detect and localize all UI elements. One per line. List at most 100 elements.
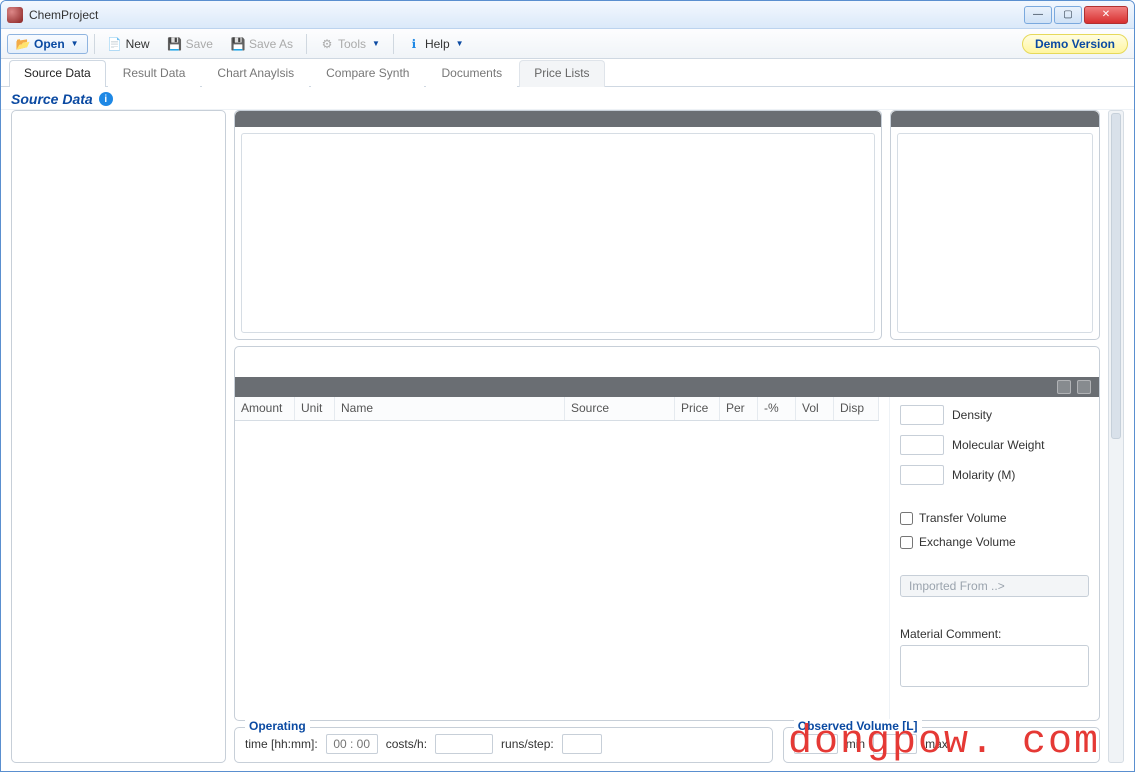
tools-button[interactable]: ⚙ Tools ▼ xyxy=(313,34,387,54)
panel-header xyxy=(235,111,881,127)
properties-pane: Density Molecular Weight Molarity (M) xyxy=(889,397,1099,720)
new-label: New xyxy=(126,37,150,51)
demo-version-badge: Demo Version xyxy=(1022,34,1128,54)
runs-input[interactable] xyxy=(562,734,602,754)
caret-down-icon: ▼ xyxy=(456,39,464,48)
density-input[interactable] xyxy=(900,405,944,425)
titlebar: ChemProject — ▢ ✕ xyxy=(1,1,1134,29)
section-title-text: Source Data xyxy=(11,91,93,107)
molecular-weight-input[interactable] xyxy=(900,435,944,455)
preview-canvas[interactable] xyxy=(897,133,1093,333)
exchange-volume-label: Exchange Volume xyxy=(919,535,1016,549)
operating-legend: Operating xyxy=(245,719,310,733)
scrollbar-thumb[interactable] xyxy=(1111,113,1121,439)
caret-down-icon: ▼ xyxy=(71,39,79,48)
paste-icon[interactable] xyxy=(1077,380,1091,394)
close-button[interactable]: ✕ xyxy=(1084,6,1128,24)
save-as-button[interactable]: 💾 Save As xyxy=(224,34,300,54)
new-file-icon: 📄 xyxy=(108,37,122,51)
costs-input[interactable] xyxy=(435,734,493,754)
col-amount[interactable]: Amount xyxy=(235,397,295,420)
info-icon: ℹ xyxy=(407,37,421,51)
min-label: min xyxy=(846,737,865,751)
structure-panel xyxy=(234,110,882,340)
bottom-fieldsets: Operating time [hh:mm]: costs/h: runs/st… xyxy=(234,727,1100,763)
gear-icon: ⚙ xyxy=(320,37,334,51)
tab-result-data[interactable]: Result Data xyxy=(108,60,201,87)
separator xyxy=(393,34,394,54)
tab-compare-synth[interactable]: Compare Synth xyxy=(311,60,424,87)
app-window: ChemProject — ▢ ✕ 📂 Open ▼ 📄 New 💾 Save … xyxy=(0,0,1135,772)
panel-header xyxy=(891,111,1099,127)
runs-label: runs/step: xyxy=(501,737,554,751)
window-title: ChemProject xyxy=(29,8,1024,22)
new-button[interactable]: 📄 New xyxy=(101,34,157,54)
tab-documents[interactable]: Documents xyxy=(426,60,517,87)
separator xyxy=(306,34,307,54)
vertical-scrollbar[interactable] xyxy=(1108,110,1124,763)
save-as-label: Save As xyxy=(249,37,293,51)
maximize-button[interactable]: ▢ xyxy=(1054,6,1082,24)
table-header-row: Amount Unit Name Source Price Per -% Vol… xyxy=(235,397,879,421)
structure-canvas[interactable] xyxy=(241,133,875,333)
main-tabs: Source Data Result Data Chart Anaylsis C… xyxy=(1,59,1134,87)
material-comment-input[interactable] xyxy=(900,645,1089,687)
content-area: Source Data i xyxy=(1,87,1134,771)
materials-table: Amount Unit Name Source Price Per -% Vol… xyxy=(235,397,879,720)
col-source[interactable]: Source xyxy=(565,397,675,420)
col-per[interactable]: Per xyxy=(720,397,758,420)
transfer-volume-checkbox[interactable] xyxy=(900,512,913,525)
caret-down-icon: ▼ xyxy=(372,39,380,48)
observed-volume-fieldset: Observed Volume [L] min max xyxy=(783,727,1100,763)
tools-label: Tools xyxy=(338,37,366,51)
molecular-weight-label: Molecular Weight xyxy=(952,438,1044,452)
density-label: Density xyxy=(952,408,992,422)
preview-panel xyxy=(890,110,1100,340)
section-header: Source Data i xyxy=(1,87,1134,110)
materials-toolbar xyxy=(235,377,1099,397)
tree-panel[interactable] xyxy=(11,110,226,763)
operating-fieldset: Operating time [hh:mm]: costs/h: runs/st… xyxy=(234,727,773,763)
right-panel-group: Amount Unit Name Source Price Per -% Vol… xyxy=(234,110,1100,763)
imported-from-button: Imported From ..> xyxy=(900,575,1089,597)
tab-source-data[interactable]: Source Data xyxy=(9,60,106,87)
tab-price-lists[interactable]: Price Lists xyxy=(519,60,604,87)
col-unit[interactable]: Unit xyxy=(295,397,335,420)
minimize-button[interactable]: — xyxy=(1024,6,1052,24)
save-as-icon: 💾 xyxy=(231,37,245,51)
separator xyxy=(94,34,95,54)
help-label: Help xyxy=(425,37,450,51)
save-label: Save xyxy=(186,37,213,51)
transfer-volume-label: Transfer Volume xyxy=(919,511,1007,525)
col-vol[interactable]: Vol xyxy=(796,397,834,420)
window-buttons: — ▢ ✕ xyxy=(1024,6,1128,24)
molarity-label: Molarity (M) xyxy=(952,468,1015,482)
col-name[interactable]: Name xyxy=(335,397,565,420)
costs-label: costs/h: xyxy=(386,737,427,751)
tab-chart-analysis[interactable]: Chart Anaylsis xyxy=(202,60,309,87)
material-comment-label: Material Comment: xyxy=(900,627,1089,641)
col-percent[interactable]: -% xyxy=(758,397,796,420)
time-label: time [hh:mm]: xyxy=(245,737,318,751)
exchange-volume-checkbox[interactable] xyxy=(900,536,913,549)
col-price[interactable]: Price xyxy=(675,397,720,420)
materials-panel: Amount Unit Name Source Price Per -% Vol… xyxy=(234,346,1100,721)
open-label: Open xyxy=(34,37,65,51)
app-icon xyxy=(7,7,23,23)
toolbar: 📂 Open ▼ 📄 New 💾 Save 💾 Save As ⚙ Tools … xyxy=(1,29,1134,59)
save-button[interactable]: 💾 Save xyxy=(161,34,220,54)
copy-icon[interactable] xyxy=(1057,380,1071,394)
min-volume-input[interactable] xyxy=(794,734,838,754)
molarity-input[interactable] xyxy=(900,465,944,485)
observed-legend: Observed Volume [L] xyxy=(794,719,922,733)
col-disp[interactable]: Disp xyxy=(834,397,879,420)
folder-open-icon: 📂 xyxy=(16,37,30,51)
time-input[interactable] xyxy=(326,734,378,754)
max-label: max xyxy=(925,737,948,751)
table-body[interactable] xyxy=(235,421,879,720)
max-volume-input[interactable] xyxy=(873,734,917,754)
info-icon[interactable]: i xyxy=(99,92,113,106)
help-button[interactable]: ℹ Help ▼ xyxy=(400,34,471,54)
save-icon: 💾 xyxy=(168,37,182,51)
open-button[interactable]: 📂 Open ▼ xyxy=(7,34,88,54)
